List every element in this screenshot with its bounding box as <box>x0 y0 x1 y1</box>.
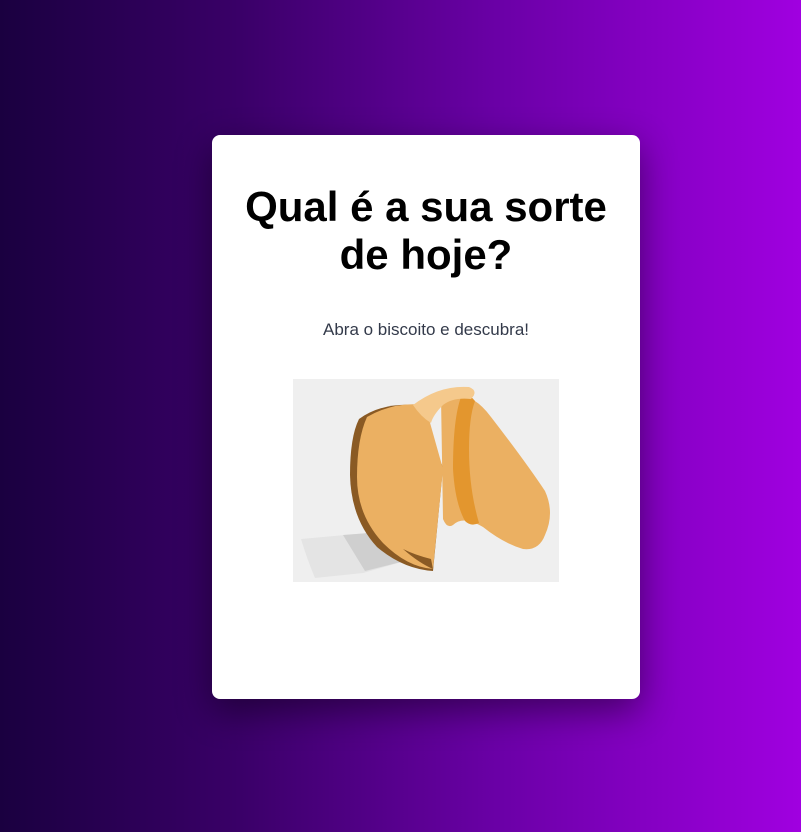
fortune-cookie-icon <box>301 386 550 578</box>
fortune-cookie-button[interactable] <box>293 379 559 582</box>
subtitle: Abra o biscoito e descubra! <box>322 320 529 339</box>
page-title: Qual é a sua sorte de hoje? <box>245 183 607 278</box>
fortune-card: Qual é a sua sorte de hoje? Abra o bisco… <box>212 135 640 699</box>
